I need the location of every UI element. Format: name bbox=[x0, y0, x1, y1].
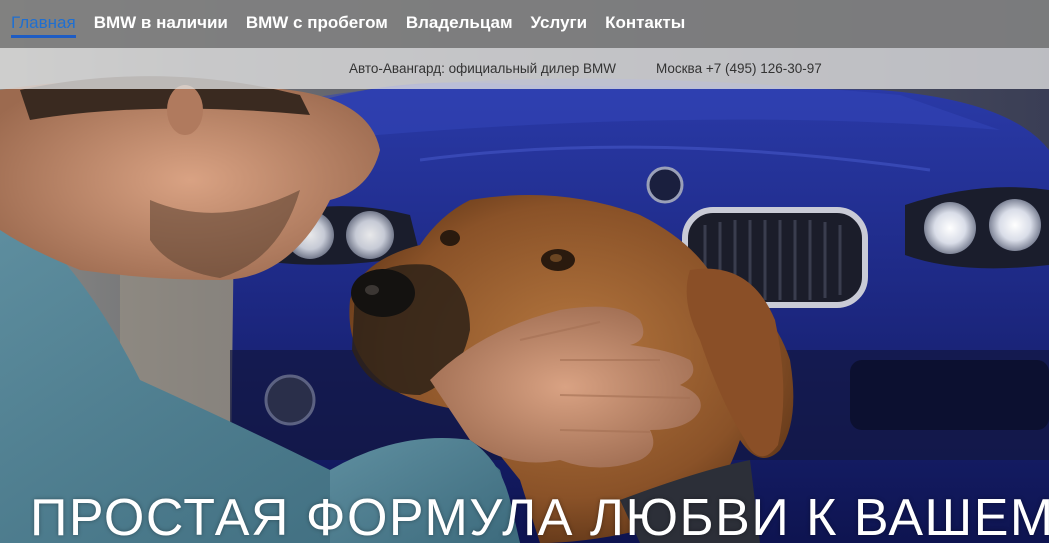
nav-link-bmw-in-stock[interactable]: BMW в наличии bbox=[94, 0, 228, 38]
nav-link-owners[interactable]: Владельцам bbox=[406, 0, 513, 38]
nav-link-services[interactable]: Услуги bbox=[531, 0, 588, 38]
contact-phone[interactable]: Москва +7 (495) 126-30-97 bbox=[656, 61, 822, 76]
dealer-name: Авто-Авангард: официальный дилер BMW bbox=[349, 61, 616, 76]
nav-link-bmw-used[interactable]: BMW с пробегом bbox=[246, 0, 388, 38]
dealer-info-bar: Авто-Авангард: официальный дилер BMW Мос… bbox=[0, 48, 1049, 89]
nav-link-contacts[interactable]: Контакты bbox=[605, 0, 685, 38]
hero-headline: ПРОСТАЯ ФОРМУЛА ЛЮБВИ К ВАШЕМУ bbox=[30, 489, 1049, 543]
main-navigation: Главная BMW в наличии BMW с пробегом Вла… bbox=[0, 0, 1049, 48]
nav-link-home[interactable]: Главная bbox=[11, 0, 76, 38]
